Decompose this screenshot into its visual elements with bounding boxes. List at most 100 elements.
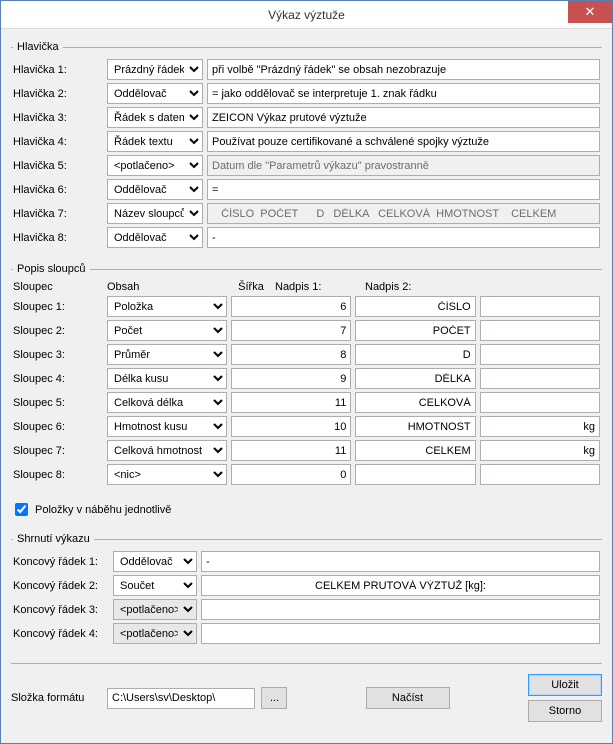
column-row: Sloupec 6: Hmotnost kusu bbox=[13, 416, 600, 437]
header-row-label: Hlavička 1: bbox=[13, 64, 103, 76]
columns-group: Popis sloupců Sloupec Obsah Šířka Nadpis… bbox=[11, 263, 602, 490]
column-row-label: Sloupec 6: bbox=[13, 421, 103, 433]
items-individually-label[interactable]: Položky v náběhu jednotlivě bbox=[35, 504, 171, 516]
header-row: Hlavička 4: Řádek textu bbox=[13, 131, 600, 152]
column-obsah-select[interactable]: Celková hmotnost bbox=[107, 440, 227, 461]
column-heading1-input[interactable] bbox=[355, 392, 475, 413]
summary-row-value[interactable] bbox=[201, 599, 600, 620]
column-heading1-input[interactable] bbox=[355, 344, 475, 365]
header-row-value[interactable] bbox=[207, 179, 600, 200]
column-obsah-select[interactable]: Celková délka bbox=[107, 392, 227, 413]
header-row-select[interactable]: Řádek s datem bbox=[107, 107, 203, 128]
header-row-label: Hlavička 5: bbox=[13, 160, 103, 172]
summary-row-select[interactable]: Součet bbox=[113, 575, 197, 596]
header-row: Hlavička 3:Řádek s datem bbox=[13, 107, 600, 128]
column-obsah-select[interactable]: Počet bbox=[107, 320, 227, 341]
load-button[interactable]: Načíst bbox=[366, 687, 450, 709]
header-row-select[interactable]: Prázdný řádek bbox=[107, 59, 203, 80]
column-width-input[interactable] bbox=[231, 296, 351, 317]
column-row: Sloupec 3:Průměr bbox=[13, 344, 600, 365]
column-width-input[interactable] bbox=[231, 464, 351, 485]
header-row-value[interactable] bbox=[207, 83, 600, 104]
column-row: Sloupec 4:Délka kusu bbox=[13, 368, 600, 389]
column-obsah-select[interactable]: Položka bbox=[107, 296, 227, 317]
column-heading2-input[interactable] bbox=[480, 416, 600, 437]
column-obsah-select[interactable]: Hmotnost kusu bbox=[107, 416, 227, 437]
column-heading2-input[interactable] bbox=[480, 368, 600, 389]
column-obsah-select[interactable]: Délka kusu bbox=[107, 368, 227, 389]
column-row: Sloupec 5: Celková délka bbox=[13, 392, 600, 413]
browse-button[interactable]: ... bbox=[261, 687, 287, 709]
column-row-label: Sloupec 5: bbox=[13, 397, 103, 409]
column-row-label: Sloupec 2: bbox=[13, 325, 103, 337]
close-button[interactable]: ✕ bbox=[568, 1, 612, 23]
summary-row-label: Koncový řádek 2: bbox=[13, 580, 109, 592]
header-row-value[interactable] bbox=[207, 107, 600, 128]
column-heading2-input[interactable] bbox=[480, 392, 600, 413]
column-heading1-input[interactable] bbox=[355, 368, 475, 389]
window-title: Výkaz výztuže bbox=[268, 8, 345, 22]
column-heading2-input[interactable] bbox=[480, 440, 600, 461]
summary-row-label: Koncový řádek 1: bbox=[13, 556, 109, 568]
column-row-label: Sloupec 1: bbox=[13, 301, 103, 313]
column-width-input[interactable] bbox=[231, 440, 351, 461]
summary-row-value[interactable] bbox=[201, 623, 600, 644]
column-width-input[interactable] bbox=[231, 320, 351, 341]
column-heading1-input[interactable] bbox=[355, 296, 475, 317]
header-row-select[interactable]: Název sloupců bbox=[107, 203, 203, 224]
column-width-input[interactable] bbox=[231, 368, 351, 389]
summary-group: Shrnutí výkazu Koncový řádek 1: Oddělovač… bbox=[11, 533, 602, 649]
column-row-label: Sloupec 8: bbox=[13, 469, 103, 481]
column-obsah-select[interactable]: Průměr bbox=[107, 344, 227, 365]
header-row-select[interactable]: Řádek textu bbox=[107, 131, 203, 152]
header-row-select[interactable]: <potlačeno> bbox=[107, 155, 203, 176]
header-row: Hlavička 1: Prázdný řádek bbox=[13, 59, 600, 80]
header-row-value[interactable] bbox=[207, 59, 600, 80]
header-row: Hlavička 8:Oddělovač bbox=[13, 227, 600, 248]
summary-row-select[interactable]: <potlačeno> bbox=[113, 623, 197, 644]
column-obsah-select[interactable]: <nic> bbox=[107, 464, 227, 485]
header-row-label: Hlavička 2: bbox=[13, 88, 103, 100]
column-heading1-input[interactable] bbox=[355, 464, 475, 485]
summary-row-value[interactable] bbox=[201, 551, 600, 572]
summary-row-value[interactable] bbox=[201, 575, 600, 596]
column-heading1-input[interactable] bbox=[355, 440, 475, 461]
format-folder-input[interactable] bbox=[107, 688, 255, 709]
column-heading1-input[interactable] bbox=[355, 416, 475, 437]
summary-row-select[interactable]: Oddělovač bbox=[113, 551, 197, 572]
column-width-input[interactable] bbox=[231, 392, 351, 413]
colhdr-nadpis2: Nadpis 2: bbox=[365, 281, 451, 293]
titlebar: Výkaz výztuže ✕ bbox=[1, 1, 612, 29]
colhdr-obsah: Obsah bbox=[107, 281, 227, 293]
header-row-label: Hlavička 4: bbox=[13, 136, 103, 148]
summary-row: Koncový řádek 3:<potlačeno> bbox=[13, 599, 600, 620]
save-button[interactable]: Uložit bbox=[528, 674, 602, 696]
column-width-input[interactable] bbox=[231, 344, 351, 365]
header-group: Hlavička Hlavička 1:Prázdný řádekHlavičk… bbox=[11, 41, 602, 253]
header-row: Hlavička 5: <potlačeno> bbox=[13, 155, 600, 176]
header-row-select[interactable]: Oddělovač bbox=[107, 179, 203, 200]
header-legend: Hlavička bbox=[13, 41, 63, 53]
column-heading1-input[interactable] bbox=[355, 320, 475, 341]
items-individually-checkbox[interactable] bbox=[15, 503, 28, 516]
summary-row: Koncový řádek 2: Součet bbox=[13, 575, 600, 596]
header-row-select[interactable]: Oddělovač bbox=[107, 83, 203, 104]
header-row-value[interactable] bbox=[207, 131, 600, 152]
cancel-button[interactable]: Storno bbox=[528, 700, 602, 722]
column-row: Sloupec 2: Počet bbox=[13, 320, 600, 341]
column-heading2-input[interactable] bbox=[480, 320, 600, 341]
header-row-select[interactable]: Oddělovač bbox=[107, 227, 203, 248]
column-heading2-input[interactable] bbox=[480, 464, 600, 485]
colhdr-sirka: Šířka bbox=[231, 281, 271, 293]
close-icon: ✕ bbox=[585, 4, 596, 20]
header-row: Hlavička 6:Oddělovač bbox=[13, 179, 600, 200]
columns-legend: Popis sloupců bbox=[13, 263, 90, 275]
summary-legend: Shrnutí výkazu bbox=[13, 533, 94, 545]
column-heading2-input[interactable] bbox=[480, 296, 600, 317]
summary-row-select[interactable]: <potlačeno> bbox=[113, 599, 197, 620]
colhdr-sloupec: Sloupec bbox=[13, 281, 103, 293]
column-row: Sloupec 8: <nic> bbox=[13, 464, 600, 485]
column-heading2-input[interactable] bbox=[480, 344, 600, 365]
header-row-value[interactable] bbox=[207, 227, 600, 248]
column-width-input[interactable] bbox=[231, 416, 351, 437]
